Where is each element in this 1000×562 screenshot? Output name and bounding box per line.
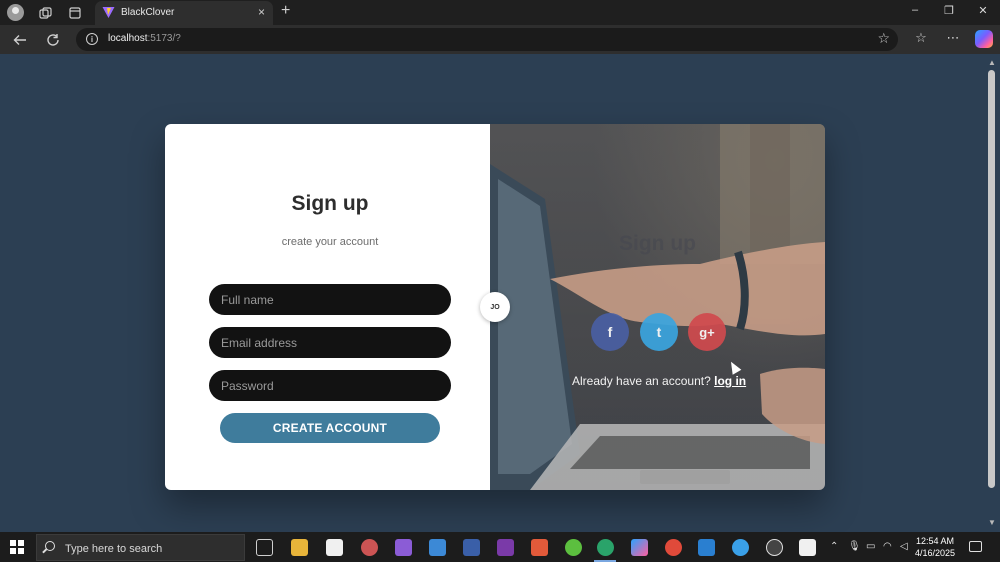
login-prompt: Already have an account? log in <box>572 374 746 388</box>
full-name-input[interactable] <box>209 284 451 315</box>
taskbar: Type here to search ⌃ 🎙 ▭ ◠ ◁ 12:54 AM 4… <box>0 532 1000 562</box>
minimize-icon[interactable]: – <box>905 4 925 16</box>
app-icon-3[interactable] <box>531 539 548 556</box>
password-input[interactable] <box>209 370 451 401</box>
app-icon-1[interactable] <box>361 539 378 556</box>
more-options-icon[interactable]: ⋯ <box>943 30 963 46</box>
profile-icon[interactable] <box>7 4 24 21</box>
favorites-icon[interactable]: ☆ <box>911 30 931 46</box>
laptop-photo <box>490 124 825 490</box>
url-bar[interactable]: i localhost:5173/? ☆ <box>76 28 898 51</box>
microphone-icon[interactable]: 🎙 <box>848 541 861 552</box>
copilot-icon[interactable] <box>975 30 993 48</box>
app-icon-5[interactable] <box>732 539 749 556</box>
favorite-star-icon[interactable]: ☆ <box>877 30 890 47</box>
refresh-icon[interactable] <box>43 30 63 50</box>
app-icon-2[interactable] <box>463 539 480 556</box>
chrome-icon[interactable] <box>665 539 682 556</box>
overlay-panel: Sign up f t g+ Already have an account? … <box>490 124 825 490</box>
taskbar-search[interactable]: Type here to search <box>36 534 245 561</box>
tab-close-icon[interactable]: × <box>258 5 265 19</box>
task-view-icon[interactable] <box>256 539 273 556</box>
signup-panel: Sign up create your account CREATE ACCOU… <box>165 124 490 490</box>
store-icon[interactable] <box>326 539 343 556</box>
volume-icon[interactable]: ◁ <box>900 541 908 552</box>
login-link[interactable]: log in <box>714 374 746 388</box>
url-path: :5173/? <box>147 33 181 44</box>
copilot-taskbar-icon[interactable] <box>631 539 648 556</box>
url-text[interactable]: localhost:5173/? <box>108 33 181 44</box>
tab-blackclover[interactable]: BlackClover × <box>95 1 273 25</box>
file-explorer-icon[interactable] <box>291 539 308 556</box>
facebook-icon[interactable]: f <box>591 313 629 351</box>
scroll-up-icon[interactable]: ▲ <box>988 58 996 67</box>
clock[interactable]: 12:54 AM 4/16/2025 <box>915 535 955 559</box>
notifications-icon[interactable] <box>969 541 982 552</box>
back-icon[interactable] <box>10 30 30 50</box>
login-prompt-text: Already have an account? <box>572 374 715 388</box>
scroll-down-icon[interactable]: ▼ <box>988 518 996 527</box>
signup-title: Sign up <box>291 192 369 215</box>
taskbar-search-text: Type here to search <box>65 543 163 555</box>
app-icon-4[interactable] <box>565 539 582 556</box>
tab-actions-icon[interactable] <box>66 4 84 22</box>
avatar[interactable]: JO <box>480 292 510 322</box>
vite-favicon-icon <box>102 7 115 18</box>
tab-title: BlackClover <box>121 7 175 18</box>
overlay-ghost-title: Sign up <box>619 232 696 255</box>
google-plus-icon[interactable]: g+ <box>688 313 726 351</box>
browser-tab-bar: BlackClover × + – ❐ ✕ <box>0 0 1000 25</box>
app-icon-7[interactable] <box>799 539 816 556</box>
site-info-icon[interactable]: i <box>86 33 98 45</box>
onenote-icon[interactable] <box>497 539 514 556</box>
windows-start-icon[interactable] <box>10 540 24 554</box>
app-icon-6[interactable] <box>766 539 783 556</box>
close-window-icon[interactable]: ✕ <box>973 4 993 17</box>
search-icon <box>45 541 55 551</box>
vscode-icon[interactable] <box>698 539 715 556</box>
create-account-button[interactable]: CREATE ACCOUNT <box>220 413 440 443</box>
clock-date: 4/16/2025 <box>915 548 956 558</box>
twitter-icon[interactable]: t <box>640 313 678 351</box>
tray-chevron-icon[interactable]: ⌃ <box>830 541 838 552</box>
clock-time: 12:54 AM <box>916 536 955 546</box>
visual-studio-icon[interactable] <box>395 539 412 556</box>
new-tab-icon[interactable]: + <box>281 2 290 20</box>
signup-subtitle: create your account <box>281 236 379 248</box>
edge-icon[interactable] <box>597 539 614 556</box>
workspaces-icon[interactable] <box>36 4 54 22</box>
tasks-icon[interactable] <box>429 539 446 556</box>
url-host: localhost <box>108 33 148 44</box>
email-input[interactable] <box>209 327 451 358</box>
scrollbar-thumb[interactable] <box>988 70 995 488</box>
maximize-icon[interactable]: ❐ <box>939 4 959 17</box>
battery-icon[interactable]: ▭ <box>866 541 875 552</box>
network-icon[interactable]: ◠ <box>883 541 892 552</box>
address-bar-row: i localhost:5173/? ☆ ☆ ⋯ <box>0 25 1000 54</box>
